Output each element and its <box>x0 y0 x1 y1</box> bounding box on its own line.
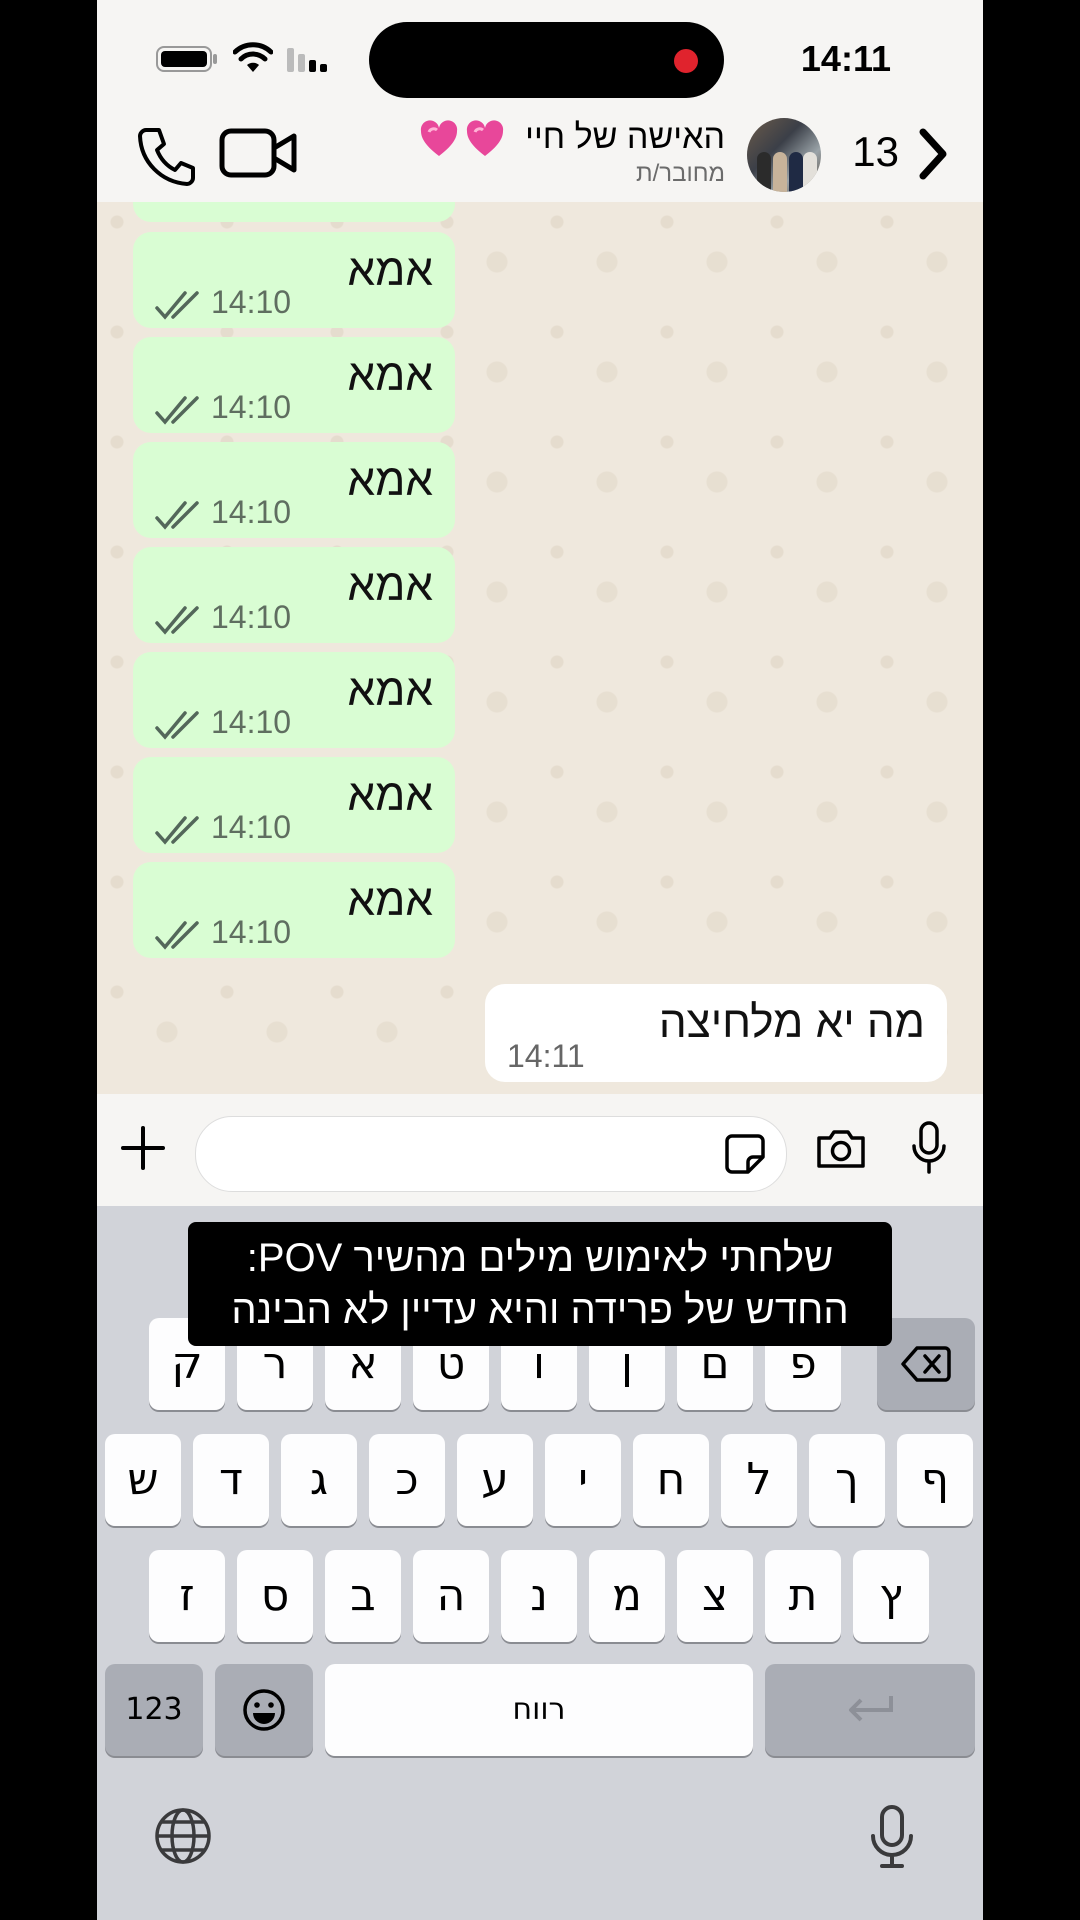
message-text: מה יא מלחיצה <box>658 998 925 1047</box>
key[interactable]: ל <box>721 1434 797 1526</box>
message-input[interactable] <box>195 1116 787 1192</box>
message-text: אמא <box>347 771 434 820</box>
camera-icon[interactable] <box>815 1128 867 1170</box>
key[interactable]: ך <box>809 1434 885 1526</box>
read-receipt-icon <box>155 816 199 845</box>
recording-indicator-icon <box>674 49 698 73</box>
read-receipt-icon <box>155 921 199 950</box>
wifi-icon <box>233 42 273 72</box>
message-bubble[interactable]: אמא 14:10 <box>133 652 455 748</box>
dynamic-island <box>369 22 724 98</box>
microphone-icon[interactable] <box>909 1120 949 1176</box>
chevron-right-icon[interactable] <box>913 124 953 184</box>
message-time: 14:10 <box>211 599 292 635</box>
key[interactable]: ח <box>633 1434 709 1526</box>
read-receipt-icon <box>155 291 199 320</box>
message-bubble[interactable]: אמא 14:10 <box>133 232 455 328</box>
sticker-icon[interactable] <box>724 1133 766 1175</box>
message-bubble[interactable] <box>133 202 455 222</box>
message-bubble[interactable]: אמא 14:10 <box>133 337 455 433</box>
chat-header: 13 האישה של חיי מחובר/ת <box>97 118 983 202</box>
avatar[interactable] <box>747 118 821 192</box>
message-text: אמא <box>347 351 434 400</box>
key[interactable]: ף <box>897 1434 973 1526</box>
globe-icon[interactable] <box>153 1806 213 1866</box>
message-text: אמא <box>347 561 434 610</box>
numbers-key[interactable]: 123 <box>105 1664 203 1756</box>
return-icon <box>849 1696 893 1722</box>
message-time: 14:11 <box>507 1038 585 1074</box>
phone-call-icon[interactable] <box>137 126 197 186</box>
message-bubble-incoming[interactable]: מה יא מלחיצה 14:11 <box>485 984 947 1082</box>
caption-line-2: החדש של פרידה והיא עדיין לא הבינה <box>231 1288 849 1332</box>
emoji-icon <box>243 1689 285 1731</box>
key[interactable]: ה <box>413 1550 489 1642</box>
message-text: אמא <box>347 456 434 505</box>
video-call-icon[interactable] <box>219 126 297 180</box>
read-receipt-icon <box>155 501 199 530</box>
chat-area[interactable]: אמא 14:10 אמא 14:10 אמא 14:10 אמא 14:10 … <box>97 202 983 1094</box>
message-bubble[interactable]: אמא 14:10 <box>133 442 455 538</box>
contact-status: מחובר/ת <box>636 160 725 187</box>
microphone-icon[interactable] <box>867 1804 917 1870</box>
heart-icon <box>420 120 504 156</box>
key[interactable]: מ <box>589 1550 665 1642</box>
return-key[interactable] <box>765 1664 975 1756</box>
key[interactable]: ב <box>325 1550 401 1642</box>
key[interactable]: ס <box>237 1550 313 1642</box>
message-text: אמא <box>347 876 434 925</box>
signal-icon <box>287 48 327 72</box>
unread-count[interactable]: 13 <box>852 128 899 176</box>
key[interactable]: ד <box>193 1434 269 1526</box>
message-bubble[interactable]: אמא 14:10 <box>133 757 455 853</box>
message-text: אמא <box>347 246 434 295</box>
key[interactable]: ץ <box>853 1550 929 1642</box>
emoji-key[interactable] <box>215 1664 313 1756</box>
message-input-bar <box>97 1094 983 1206</box>
message-time: 14:10 <box>211 809 292 845</box>
key[interactable]: ש <box>105 1434 181 1526</box>
key[interactable]: צ <box>677 1550 753 1642</box>
plus-icon[interactable] <box>119 1124 167 1172</box>
read-receipt-icon <box>155 606 199 635</box>
key[interactable]: ת <box>765 1550 841 1642</box>
message-bubble[interactable]: אמא 14:10 <box>133 862 455 958</box>
message-text: אמא <box>347 666 434 715</box>
read-receipt-icon <box>155 396 199 425</box>
message-time: 14:10 <box>211 284 292 320</box>
contact-name[interactable]: האישה של חיי <box>525 118 725 157</box>
backspace-icon <box>901 1346 951 1382</box>
key[interactable]: כ <box>369 1434 445 1526</box>
key[interactable]: נ <box>501 1550 577 1642</box>
message-time: 14:10 <box>211 494 292 530</box>
key[interactable]: ג <box>281 1434 357 1526</box>
space-key[interactable]: רווח <box>325 1664 753 1756</box>
video-caption: שלחתי לאימוש מילים מהשיר POV: החדש של פר… <box>188 1222 892 1346</box>
read-receipt-icon <box>155 711 199 740</box>
battery-icon <box>156 46 217 72</box>
key[interactable]: י <box>545 1434 621 1526</box>
caption-line-1: שלחתי לאימוש מילים מהשיר POV: <box>246 1236 834 1280</box>
status-bar: 14:11 <box>97 0 983 118</box>
key[interactable]: ז <box>149 1550 225 1642</box>
message-time: 14:10 <box>211 704 292 740</box>
status-time: 14:11 <box>800 38 891 79</box>
key[interactable]: ע <box>457 1434 533 1526</box>
phone-screen: 14:11 13 האישה של חיי מחובר/ת אמא 14:10 … <box>97 0 983 1920</box>
message-time: 14:10 <box>211 914 292 950</box>
message-bubble[interactable]: אמא 14:10 <box>133 547 455 643</box>
message-time: 14:10 <box>211 389 292 425</box>
